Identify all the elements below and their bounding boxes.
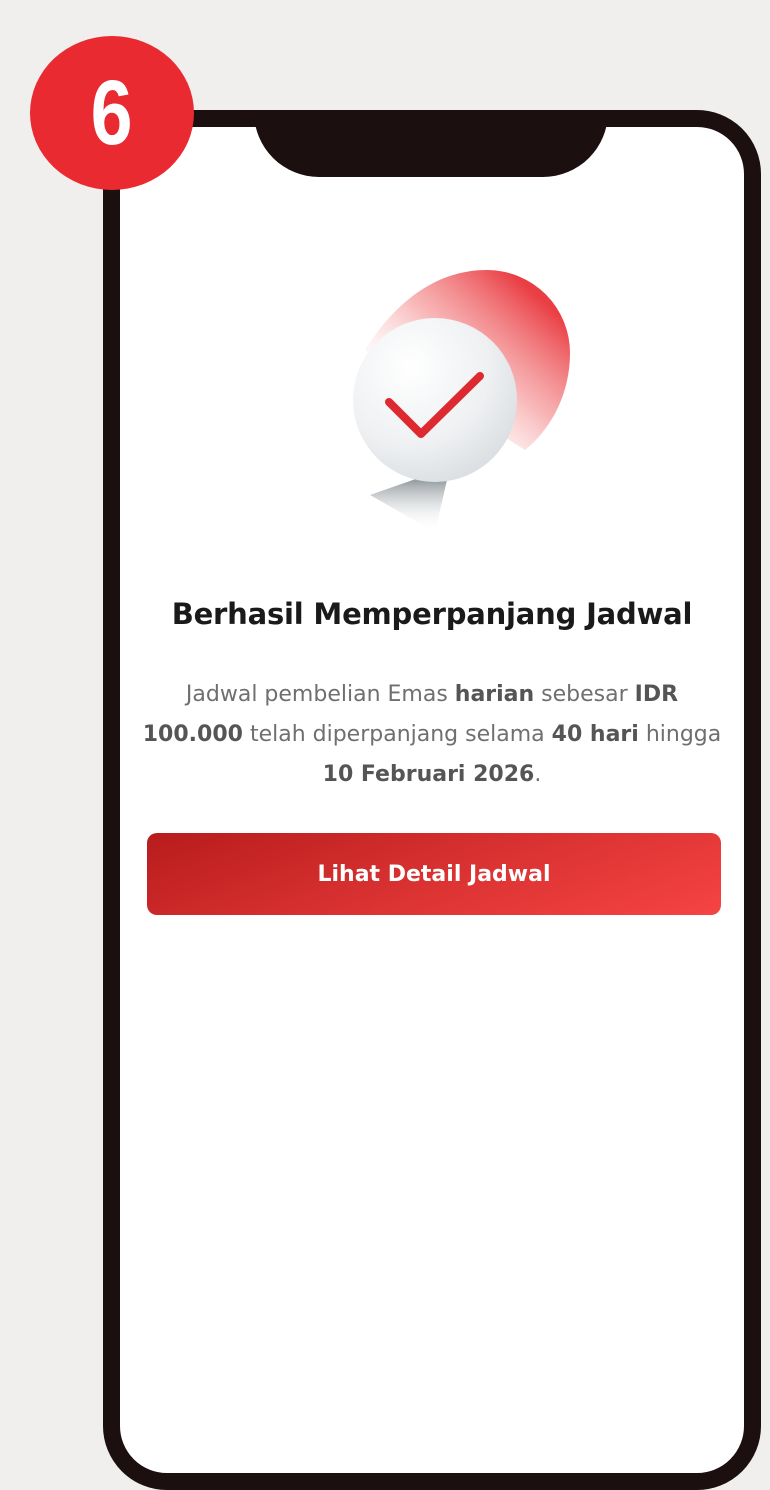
schedule-frequency: harian <box>454 682 535 707</box>
success-title: Berhasil Memperpanjang Jadwal <box>171 597 693 631</box>
extension-duration: 40 hari <box>551 722 639 747</box>
step-number-badge: 6 <box>30 36 194 190</box>
description-text: sebesar <box>534 682 635 707</box>
success-description: Jadwal pembelian Emas harian sebesar IDR… <box>140 675 724 795</box>
description-text: hingga <box>638 722 722 747</box>
description-text: . <box>534 762 542 787</box>
view-schedule-detail-label: Lihat Detail Jadwal <box>317 861 551 887</box>
phone-notch <box>254 112 608 177</box>
description-text: telah diperpanjang selama <box>242 722 552 747</box>
description-text: Jadwal pembelian Emas <box>185 682 455 707</box>
schedule-end-date: 10 Februari 2026 <box>322 762 535 787</box>
step-number: 6 <box>91 62 133 164</box>
success-check-icon <box>353 270 570 532</box>
view-schedule-detail-button[interactable]: Lihat Detail Jadwal <box>147 833 721 915</box>
